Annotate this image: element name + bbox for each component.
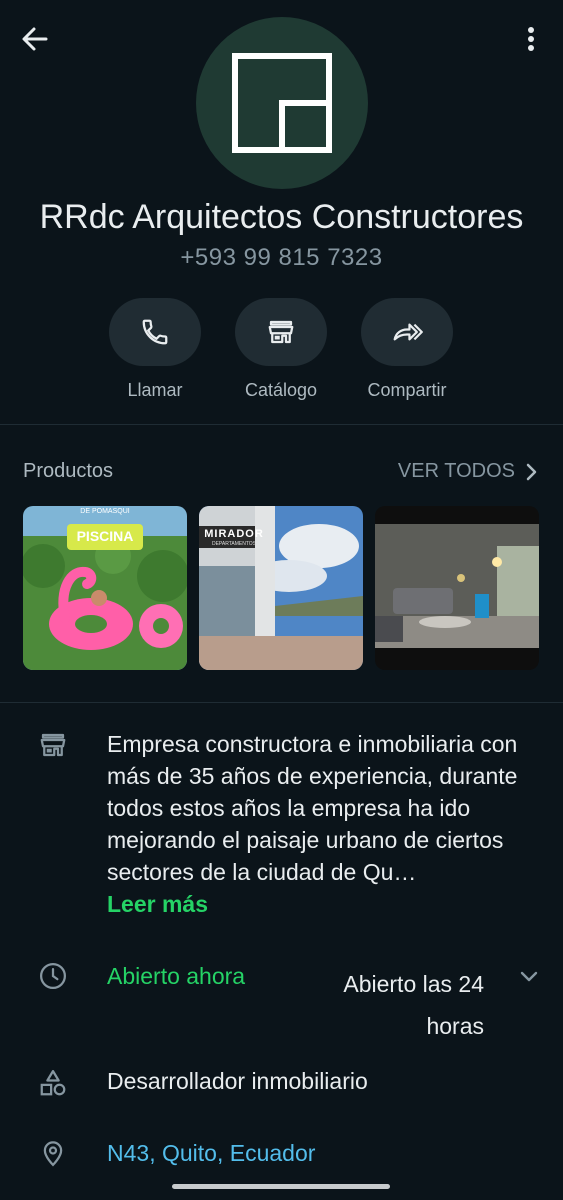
business-category: Desarrollador inmobiliario bbox=[107, 1068, 368, 1094]
call-button[interactable]: Llamar bbox=[100, 298, 210, 401]
share-button[interactable]: Compartir bbox=[352, 298, 462, 401]
catalog-button[interactable]: Catálogo bbox=[226, 298, 336, 401]
pool-caption: DE POMASQUI bbox=[80, 508, 130, 515]
chevron-down-icon[interactable] bbox=[516, 964, 542, 990]
company-logo-icon bbox=[232, 53, 332, 153]
business-address[interactable]: N43, Quito, Ecuador bbox=[107, 1140, 315, 1167]
catalog-button-circle[interactable] bbox=[235, 298, 327, 366]
living-room-image bbox=[375, 506, 539, 670]
share-icon bbox=[393, 323, 423, 341]
product-thumbnail-living-room[interactable] bbox=[375, 506, 539, 670]
product-thumbnail-mirador[interactable]: MIRADOR DEPARTAMENTOS bbox=[199, 506, 363, 670]
read-more-link[interactable]: Leer más bbox=[107, 891, 208, 917]
view-all-button[interactable]: VER TODOS bbox=[398, 460, 539, 483]
description-text: Empresa constructora e inmobiliaria con … bbox=[107, 731, 518, 885]
back-arrow-icon[interactable] bbox=[18, 22, 52, 56]
view-all-label: VER TODOS bbox=[397, 460, 515, 482]
call-button-circle[interactable] bbox=[109, 298, 201, 366]
store-icon bbox=[268, 320, 294, 344]
home-indicator[interactable] bbox=[172, 1184, 390, 1189]
divider bbox=[0, 702, 563, 703]
profile-logo[interactable] bbox=[196, 17, 368, 189]
open-status: Abierto ahora bbox=[107, 963, 246, 989]
product-thumbnails: DE POMASQUI PISCINA MIRADOR DEPARTAMENTO… bbox=[23, 506, 563, 670]
location-pin-icon bbox=[38, 1138, 68, 1168]
share-label: Compartir bbox=[367, 380, 447, 400]
chevron-right-icon bbox=[526, 463, 537, 480]
action-buttons: Llamar Catálogo Compartir bbox=[0, 298, 563, 408]
store-icon bbox=[38, 730, 68, 760]
hours-detail[interactable]: Abierto las 24 horas bbox=[300, 963, 484, 1047]
pool-badge: PISCINA bbox=[76, 528, 134, 544]
divider bbox=[0, 424, 563, 425]
clock-icon bbox=[38, 961, 68, 991]
business-name: RRdc Arquitectos Constructores bbox=[39, 198, 524, 236]
products-header: Productos VER TODOS bbox=[0, 456, 563, 490]
share-button-circle[interactable] bbox=[361, 298, 453, 366]
more-options-icon[interactable] bbox=[516, 22, 546, 56]
product-thumbnail-pool[interactable]: DE POMASQUI PISCINA bbox=[23, 506, 187, 670]
business-description: Empresa constructora e inmobiliaria con … bbox=[107, 728, 547, 920]
phone-number: +593 99 815 7323 bbox=[180, 244, 383, 271]
catalog-label: Catálogo bbox=[244, 380, 318, 400]
category-shapes-icon bbox=[38, 1068, 68, 1098]
products-title: Productos bbox=[23, 460, 114, 482]
mirador-sign-sub: DEPARTAMENTOS bbox=[211, 541, 257, 547]
mirador-sign: MIRADOR bbox=[204, 528, 264, 540]
phone-icon bbox=[142, 319, 168, 345]
call-label: Llamar bbox=[127, 380, 183, 400]
